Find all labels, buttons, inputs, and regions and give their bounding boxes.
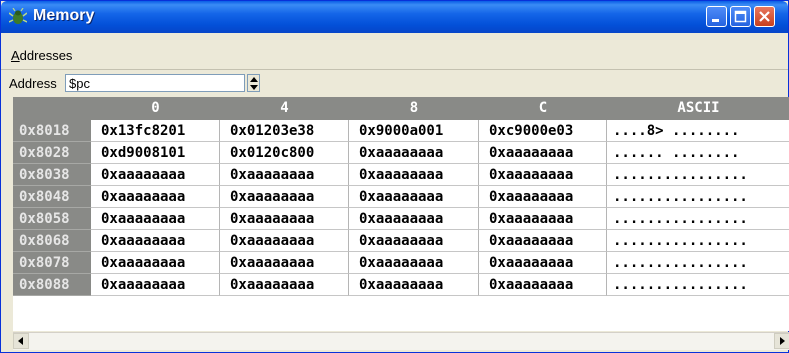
- row-address: 0x8018: [13, 120, 91, 142]
- arrow-left-icon: [18, 337, 23, 345]
- column-header[interactable]: 4: [220, 97, 349, 120]
- ascii-cell[interactable]: ................: [607, 186, 789, 208]
- address-spinner[interactable]: [247, 74, 260, 92]
- memory-word-cell[interactable]: 0xaaaaaaaa: [349, 164, 479, 186]
- menu-addresses[interactable]: Addresses: [11, 48, 72, 63]
- memory-word-cell[interactable]: 0xaaaaaaaa: [479, 142, 607, 164]
- menu-addresses-label: ddresses: [19, 48, 73, 63]
- column-header[interactable]: 8: [349, 97, 479, 120]
- memory-word-cell[interactable]: 0xaaaaaaaa: [220, 208, 349, 230]
- memory-word-cell[interactable]: 0x13fc8201: [91, 120, 220, 142]
- ascii-cell[interactable]: ...... ........: [607, 142, 789, 164]
- header-corner: [13, 97, 91, 120]
- memory-word-cell[interactable]: 0xaaaaaaaa: [349, 274, 479, 296]
- memory-word-cell[interactable]: 0xaaaaaaaa: [91, 274, 220, 296]
- spinner-up-icon[interactable]: [250, 77, 258, 82]
- memory-word-cell[interactable]: 0xaaaaaaaa: [91, 186, 220, 208]
- minimize-icon: [712, 19, 719, 22]
- column-header[interactable]: 0: [91, 97, 220, 120]
- address-input[interactable]: [65, 74, 245, 92]
- memory-word-cell[interactable]: 0xaaaaaaaa: [349, 230, 479, 252]
- window-title: Memory: [33, 7, 95, 24]
- memory-word-cell[interactable]: 0xaaaaaaaa: [479, 208, 607, 230]
- row-address: 0x8028: [13, 142, 91, 164]
- scroll-right-button[interactable]: [774, 333, 789, 349]
- row-address: 0x8058: [13, 208, 91, 230]
- memory-word-cell[interactable]: 0x0120c800: [220, 142, 349, 164]
- close-button[interactable]: [754, 6, 775, 27]
- memory-word-cell[interactable]: 0xaaaaaaaa: [349, 186, 479, 208]
- ascii-cell[interactable]: ................: [607, 230, 789, 252]
- memory-word-cell[interactable]: 0xaaaaaaaa: [91, 252, 220, 274]
- row-address: 0x8038: [13, 164, 91, 186]
- memory-word-cell[interactable]: 0xd9008101: [91, 142, 220, 164]
- ascii-cell[interactable]: ................: [607, 252, 789, 274]
- maximize-button[interactable]: [730, 6, 751, 27]
- memory-word-cell[interactable]: 0xaaaaaaaa: [349, 208, 479, 230]
- memory-word-cell[interactable]: 0xaaaaaaaa: [91, 230, 220, 252]
- memory-word-cell[interactable]: 0x9000a001: [349, 120, 479, 142]
- menu-addresses-mnemonic: A: [11, 48, 20, 63]
- ascii-cell[interactable]: ................: [607, 208, 789, 230]
- row-address: 0x8078: [13, 252, 91, 274]
- memory-word-cell[interactable]: 0xaaaaaaaa: [220, 274, 349, 296]
- ascii-cell[interactable]: ................: [607, 274, 789, 296]
- memory-word-cell[interactable]: 0x01203e38: [220, 120, 349, 142]
- bug-icon: [9, 8, 27, 24]
- close-icon: [759, 11, 770, 22]
- memory-word-cell[interactable]: 0xaaaaaaaa: [91, 164, 220, 186]
- memory-word-cell[interactable]: 0xaaaaaaaa: [220, 252, 349, 274]
- memory-word-cell[interactable]: 0xaaaaaaaa: [479, 164, 607, 186]
- memory-window: Memory Addresses Address 048CASCII 0x8018…: [0, 0, 789, 353]
- memory-word-cell[interactable]: 0xaaaaaaaa: [220, 164, 349, 186]
- memory-word-cell[interactable]: 0xaaaaaaaa: [349, 142, 479, 164]
- address-bar: Address: [1, 69, 788, 96]
- column-header[interactable]: C: [479, 97, 607, 120]
- scroll-left-button[interactable]: [13, 333, 29, 349]
- memory-word-cell[interactable]: 0xc9000e03: [479, 120, 607, 142]
- minimize-button[interactable]: [706, 6, 727, 27]
- memory-word-cell[interactable]: 0xaaaaaaaa: [349, 252, 479, 274]
- spinner-down-icon[interactable]: [250, 85, 258, 90]
- memory-word-cell[interactable]: 0xaaaaaaaa: [479, 252, 607, 274]
- memory-word-cell[interactable]: 0xaaaaaaaa: [479, 274, 607, 296]
- memory-word-cell[interactable]: 0xaaaaaaaa: [479, 186, 607, 208]
- arrow-right-icon: [780, 337, 785, 345]
- ascii-cell[interactable]: ....8> ........: [607, 120, 789, 142]
- horizontal-scrollbar[interactable]: [13, 332, 789, 350]
- row-address: 0x8088: [13, 274, 91, 296]
- memory-word-cell[interactable]: 0xaaaaaaaa: [479, 230, 607, 252]
- memory-word-cell[interactable]: 0xaaaaaaaa: [91, 208, 220, 230]
- row-address: 0x8068: [13, 230, 91, 252]
- maximize-icon: [734, 10, 747, 23]
- column-header[interactable]: ASCII: [607, 97, 789, 120]
- memory-word-cell[interactable]: 0xaaaaaaaa: [220, 186, 349, 208]
- memory-grid[interactable]: 0 4 8 C ASCII 0x8018 0x13fc8201 0x01203e38 0x900…: [13, 97, 789, 331]
- title-bar[interactable]: Memory: [1, 1, 788, 33]
- memory-word-cell[interactable]: 0xaaaaaaaa: [220, 230, 349, 252]
- row-address: 0x8048: [13, 186, 91, 208]
- address-label: Address: [9, 76, 57, 91]
- ascii-cell[interactable]: ................: [607, 164, 789, 186]
- menu-bar: Addresses: [1, 45, 788, 67]
